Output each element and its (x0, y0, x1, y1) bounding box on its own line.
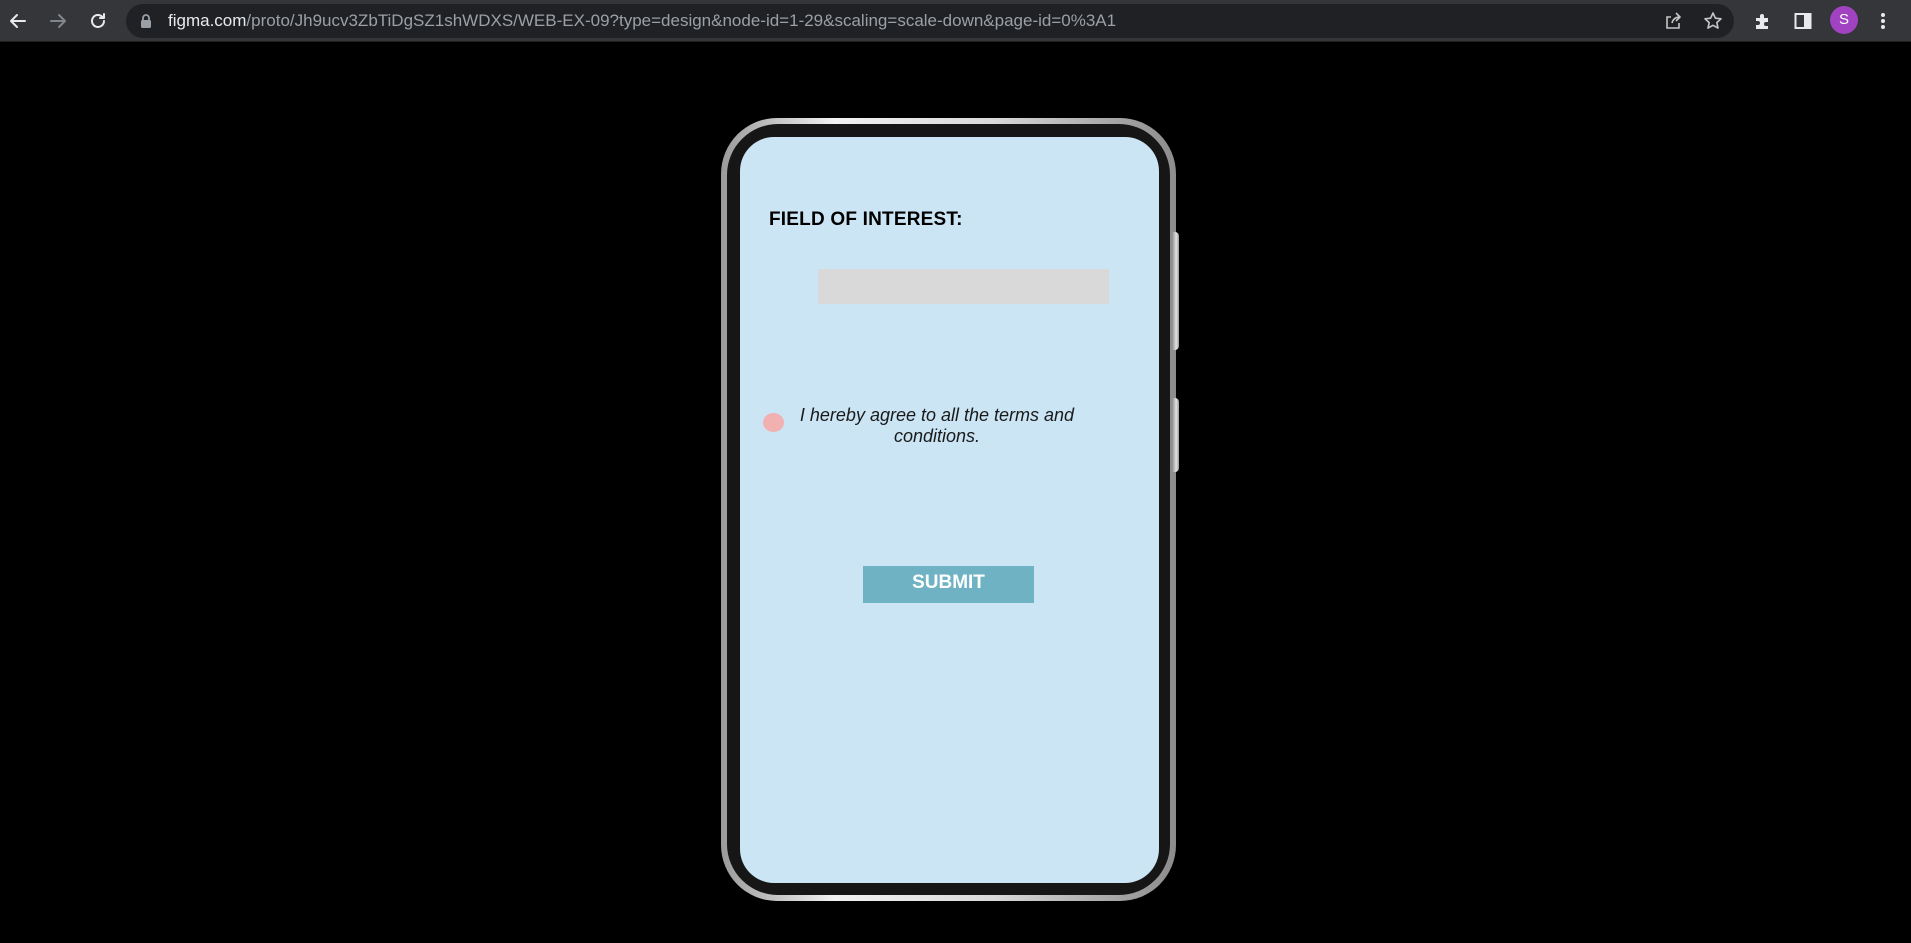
share-icon[interactable] (1662, 10, 1684, 32)
profile-avatar[interactable]: S (1830, 6, 1858, 34)
kebab-menu-icon[interactable] (1870, 8, 1896, 34)
address-bar[interactable]: figma.com/proto/Jh9ucv3ZbTiDgSZ1shWDXS/W… (126, 4, 1734, 38)
phone-volume-button (1172, 232, 1179, 350)
back-button[interactable] (4, 7, 32, 35)
url-path: /proto/Jh9ucv3ZbTiDgSZ1shWDXS/WEB-EX-09?… (246, 11, 1117, 30)
forward-button[interactable] (44, 7, 72, 35)
puzzle-icon[interactable] (1750, 8, 1776, 34)
terms-agree-radio[interactable] (763, 413, 784, 432)
arrow-right-icon (48, 11, 68, 31)
lock-icon (140, 14, 152, 33)
reload-button[interactable] (84, 7, 112, 35)
browser-toolbar: figma.com/proto/Jh9ucv3ZbTiDgSZ1shWDXS/W… (0, 0, 1911, 42)
field-of-interest-label: FIELD OF INTEREST: (769, 209, 963, 230)
reload-icon (88, 11, 108, 31)
submit-button[interactable]: SUBMIT (863, 566, 1034, 603)
field-of-interest-input[interactable] (818, 269, 1109, 304)
star-icon[interactable] (1702, 10, 1724, 32)
url-text[interactable]: figma.com/proto/Jh9ucv3ZbTiDgSZ1shWDXS/W… (168, 4, 1116, 38)
side-panel-icon[interactable] (1790, 8, 1816, 34)
terms-agree-text: I hereby agree to all the terms and cond… (799, 405, 1075, 446)
prototype-screen: FIELD OF INTEREST: I hereby agree to all… (740, 137, 1159, 883)
phone-power-button (1172, 398, 1179, 472)
arrow-left-icon (8, 11, 28, 31)
url-host: figma.com (168, 11, 247, 30)
